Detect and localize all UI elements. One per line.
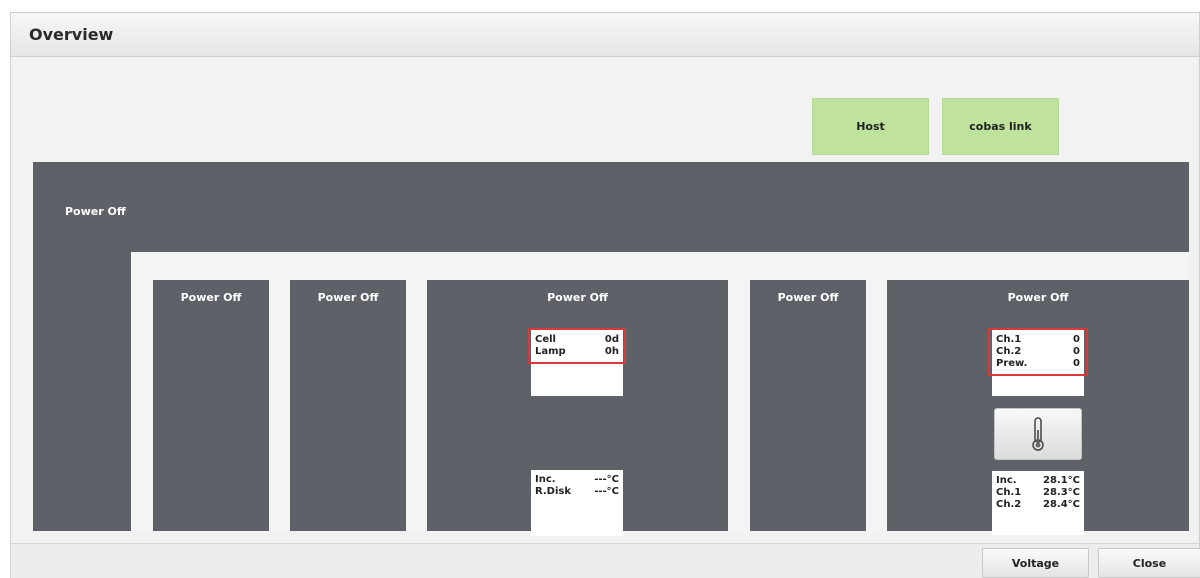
module-1[interactable]: Power Off xyxy=(153,280,269,531)
temp-label: Ch.1 xyxy=(996,487,1022,498)
temperature-info: Inc. ---°C R.Disk ---°C xyxy=(531,470,623,536)
thermometer-icon xyxy=(1032,417,1044,451)
analyzer-frame-top xyxy=(33,162,1189,262)
overview-content: Host cobas link Power Off Power Off Powe… xyxy=(11,58,1199,543)
module-status: Power Off xyxy=(547,291,608,304)
temp-value: ---°C xyxy=(594,486,619,497)
temp-value: 28.1°C xyxy=(1042,475,1080,486)
temp-value: 28.4°C xyxy=(1042,499,1080,510)
module-2[interactable]: Power Off xyxy=(290,280,406,531)
module-status: Power Off xyxy=(317,291,379,304)
analyzer-status: Power Off xyxy=(65,205,126,218)
temp-label: R.Disk xyxy=(535,486,572,497)
title-bar: Overview xyxy=(11,13,1199,57)
host-button[interactable]: Host xyxy=(812,98,929,155)
footer-bar: Voltage Close xyxy=(11,543,1200,578)
temp-value: ---°C xyxy=(594,474,619,485)
voltage-button[interactable]: Voltage xyxy=(982,548,1089,578)
overview-window: Overview Host cobas link Power Off Power… xyxy=(10,12,1200,578)
temp-value: 28.3°C xyxy=(1042,487,1080,498)
temp-row: Inc. ---°C xyxy=(535,474,619,486)
temp-row: R.Disk ---°C xyxy=(535,486,619,498)
highlight-box xyxy=(988,328,1088,376)
temp-label: Inc. xyxy=(996,475,1017,486)
temp-label: Ch.2 xyxy=(996,499,1022,510)
highlight-box xyxy=(528,328,626,364)
temp-row: Ch.1 28.3°C xyxy=(996,487,1080,499)
module-5[interactable]: Power Off Ch.1 0 Ch.2 0 Prew. 0 Inc. 28.… xyxy=(887,280,1189,535)
cobas-link-button[interactable]: cobas link xyxy=(942,98,1059,155)
module-3[interactable]: Power Off Cell 0d Lamp 0h Inc. ---°C R.D… xyxy=(427,280,728,536)
temp-label: Inc. xyxy=(535,474,556,485)
close-button[interactable]: Close xyxy=(1098,548,1200,578)
analyzer-frame-left xyxy=(33,262,131,531)
temp-row: Ch.2 28.4°C xyxy=(996,499,1080,511)
window-title: Overview xyxy=(29,25,114,44)
module-status: Power Off xyxy=(180,291,242,304)
module-4[interactable]: Power Off xyxy=(750,280,866,531)
temperature-button[interactable] xyxy=(994,408,1082,460)
temp-row: Inc. 28.1°C xyxy=(996,475,1080,487)
module-status: Power Off xyxy=(1007,291,1069,304)
temperature-info: Inc. 28.1°C Ch.1 28.3°C Ch.2 28.4°C xyxy=(992,471,1084,535)
module-status: Power Off xyxy=(777,291,839,304)
